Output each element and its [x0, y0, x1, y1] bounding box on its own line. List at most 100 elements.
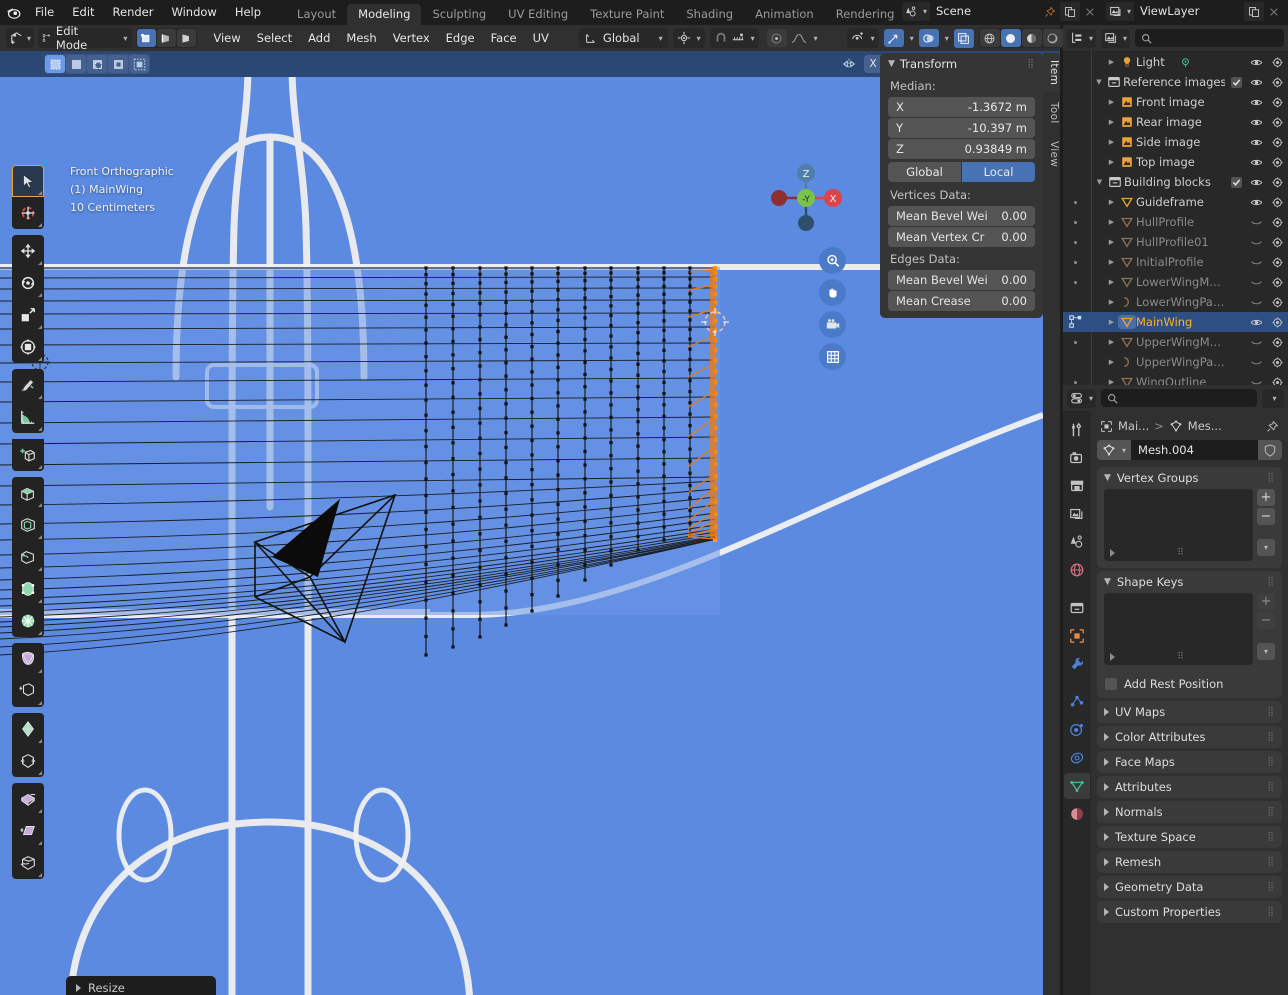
visibility-eye-icon[interactable] — [1250, 96, 1263, 109]
workspace-tab-texture-paint[interactable]: Texture Paint — [579, 4, 675, 25]
properties-search-input[interactable] — [1101, 389, 1257, 407]
scene-icon[interactable]: ▾ — [901, 2, 930, 21]
outliner-row[interactable]: ▶ Top image — [1063, 152, 1288, 172]
chevron-right-icon[interactable]: ▶ — [1105, 158, 1118, 166]
overlays-icon[interactable] — [918, 29, 939, 47]
snap-group[interactable]: ▾ — [709, 28, 759, 48]
new-scene-icon[interactable] — [1059, 2, 1080, 21]
chevron-right-icon[interactable]: ▶ — [1105, 198, 1118, 206]
collection-tab[interactable] — [1064, 595, 1090, 621]
add-shape-key-button[interactable]: + — [1257, 593, 1275, 610]
chevron-right-icon[interactable] — [1104, 783, 1109, 791]
visibility-eye-icon[interactable] — [1250, 236, 1263, 249]
chevron-right-icon[interactable]: ▶ — [1105, 258, 1118, 266]
panel-drag-grip[interactable]: ⣿ — [1267, 782, 1275, 792]
viewlayer-selector[interactable]: ▾ ViewLayer — [1105, 2, 1284, 21]
shape-keys-list[interactable]: ⠿ — [1104, 593, 1253, 665]
chevron-down-icon[interactable]: ▼ — [1093, 78, 1106, 86]
workspace-tab-sculpting[interactable]: Sculpting — [421, 4, 497, 25]
render-visibility-icon[interactable] — [1271, 56, 1284, 69]
workspace-tab-modeling[interactable]: Modeling — [347, 4, 422, 25]
panel-uv-maps[interactable]: UV Maps ⣿ — [1097, 701, 1282, 723]
transform-orientation-selector[interactable]: Global ▾ — [578, 28, 668, 48]
panel-geometry-data[interactable]: Geometry Data ⣿ — [1097, 876, 1282, 898]
visibility-eye-icon[interactable] — [1250, 196, 1263, 209]
panel-drag-grip[interactable]: ⣿ — [1267, 577, 1275, 587]
pin-icon[interactable] — [1040, 2, 1060, 21]
viewport-menu-mesh[interactable]: Mesh — [338, 28, 384, 48]
render-visibility-icon[interactable] — [1271, 336, 1284, 349]
render-tab[interactable] — [1064, 445, 1090, 471]
visibility-eye-icon[interactable] — [1250, 116, 1263, 129]
transform-space-local[interactable]: Local — [962, 162, 1035, 182]
scale-tool[interactable] — [12, 299, 44, 331]
viewport-menu-view[interactable]: View — [205, 28, 248, 48]
panel-drag-grip[interactable]: ⣿ — [1267, 882, 1275, 892]
panel-drag-grip[interactable]: ⣿ — [1267, 832, 1275, 842]
chevron-right-icon[interactable]: ▶ — [1105, 238, 1118, 246]
vertices-data-field-1[interactable]: Mean Vertex Cr 0.00 — [888, 227, 1035, 247]
annotate-tool[interactable] — [12, 369, 44, 401]
edges-data-field-0[interactable]: Mean Bevel Wei 0.00 — [888, 270, 1035, 290]
chevron-right-icon[interactable]: ▶ — [1105, 378, 1118, 385]
render-visibility-icon[interactable] — [1271, 156, 1284, 169]
particles-tab[interactable] — [1064, 689, 1090, 715]
render-visibility-icon[interactable] — [1271, 196, 1284, 209]
pivot-point-selector[interactable]: ▾ — [672, 28, 705, 48]
shading-rendered[interactable] — [1042, 29, 1063, 47]
shading-solid[interactable] — [1000, 29, 1021, 47]
select-circle-tool[interactable] — [87, 55, 107, 73]
data-tab[interactable] — [1064, 773, 1090, 799]
new-viewlayer-icon[interactable] — [1244, 2, 1264, 21]
close-icon[interactable] — [1080, 2, 1100, 21]
restrict-select-dot[interactable] — [1074, 380, 1077, 384]
constraints-tab[interactable] — [1064, 745, 1090, 771]
chevron-right-icon[interactable]: ▶ — [1105, 58, 1118, 66]
loop-cut-tool[interactable] — [12, 573, 44, 605]
chevron-down-icon[interactable]: ▼ — [1104, 577, 1111, 587]
add-cube-tool[interactable] — [12, 439, 44, 471]
chevron-right-icon[interactable] — [1104, 733, 1109, 741]
tool-tab[interactable] — [1064, 417, 1090, 443]
mesh-name-value[interactable]: Mesh.004 — [1131, 443, 1258, 457]
panel-drag-grip[interactable]: ⣿ — [1267, 857, 1275, 867]
panel-face-maps[interactable]: Face Maps ⣿ — [1097, 751, 1282, 773]
outliner-row[interactable]: ▶ InitialProfile — [1063, 252, 1288, 272]
chevron-right-icon[interactable]: ▶ — [1105, 338, 1118, 346]
chevron-right-icon[interactable] — [1104, 808, 1109, 816]
outliner-row[interactable]: ▶ Rear image — [1063, 112, 1288, 132]
visibility-eye-icon[interactable] — [1250, 336, 1263, 349]
viewlayer-name-field[interactable]: ViewLayer — [1134, 2, 1244, 21]
shear-tool[interactable] — [12, 815, 44, 847]
outliner-row[interactable]: ▶ Guideframe — [1063, 192, 1288, 212]
scene-name-field[interactable]: Scene — [929, 2, 1040, 21]
physics-tab[interactable] — [1064, 717, 1090, 743]
proportional-edit-icon[interactable] — [766, 29, 787, 47]
viewlayer-tab[interactable] — [1064, 501, 1090, 527]
outliner-row[interactable]: ▶ LowerWingM… — [1063, 272, 1288, 292]
shrink-fatten-tool[interactable] — [12, 783, 44, 815]
menu-edit[interactable]: Edit — [63, 3, 103, 22]
gizmo-icon[interactable] — [883, 29, 904, 47]
panel-remesh[interactable]: Remesh ⣿ — [1097, 851, 1282, 873]
move-tool[interactable] — [12, 235, 44, 267]
workspace-tab-rendering[interactable]: Rendering — [825, 4, 906, 25]
workspace-tab-shading[interactable]: Shading — [675, 4, 744, 25]
viewport-menu-face[interactable]: Face — [483, 28, 525, 48]
chevron-right-icon[interactable]: ▶ — [1105, 218, 1118, 226]
chevron-right-icon[interactable] — [1104, 883, 1109, 891]
viewport-menu-add[interactable]: Add — [300, 28, 338, 48]
workspace-tab-layout[interactable]: Layout — [286, 4, 347, 25]
output-tab[interactable] — [1064, 473, 1090, 499]
shading-material[interactable] — [1021, 29, 1042, 47]
transform-space-global[interactable]: Global — [888, 162, 961, 182]
menu-render[interactable]: Render — [104, 3, 163, 22]
panel-drag-grip[interactable]: ⣿ — [1267, 732, 1275, 742]
median-z[interactable]: Z 0.93849 m — [888, 139, 1035, 159]
sidebar-tab-view[interactable]: View — [1043, 133, 1060, 174]
editor-type-3dview-icon[interactable]: ▾ — [6, 28, 35, 48]
visibility-eye-icon[interactable] — [1250, 296, 1263, 309]
shape-key-specials-menu[interactable]: ▾ — [1257, 643, 1275, 660]
add-rest-position-row[interactable]: Add Rest Position — [1097, 672, 1282, 698]
menu-help[interactable]: Help — [226, 3, 270, 22]
